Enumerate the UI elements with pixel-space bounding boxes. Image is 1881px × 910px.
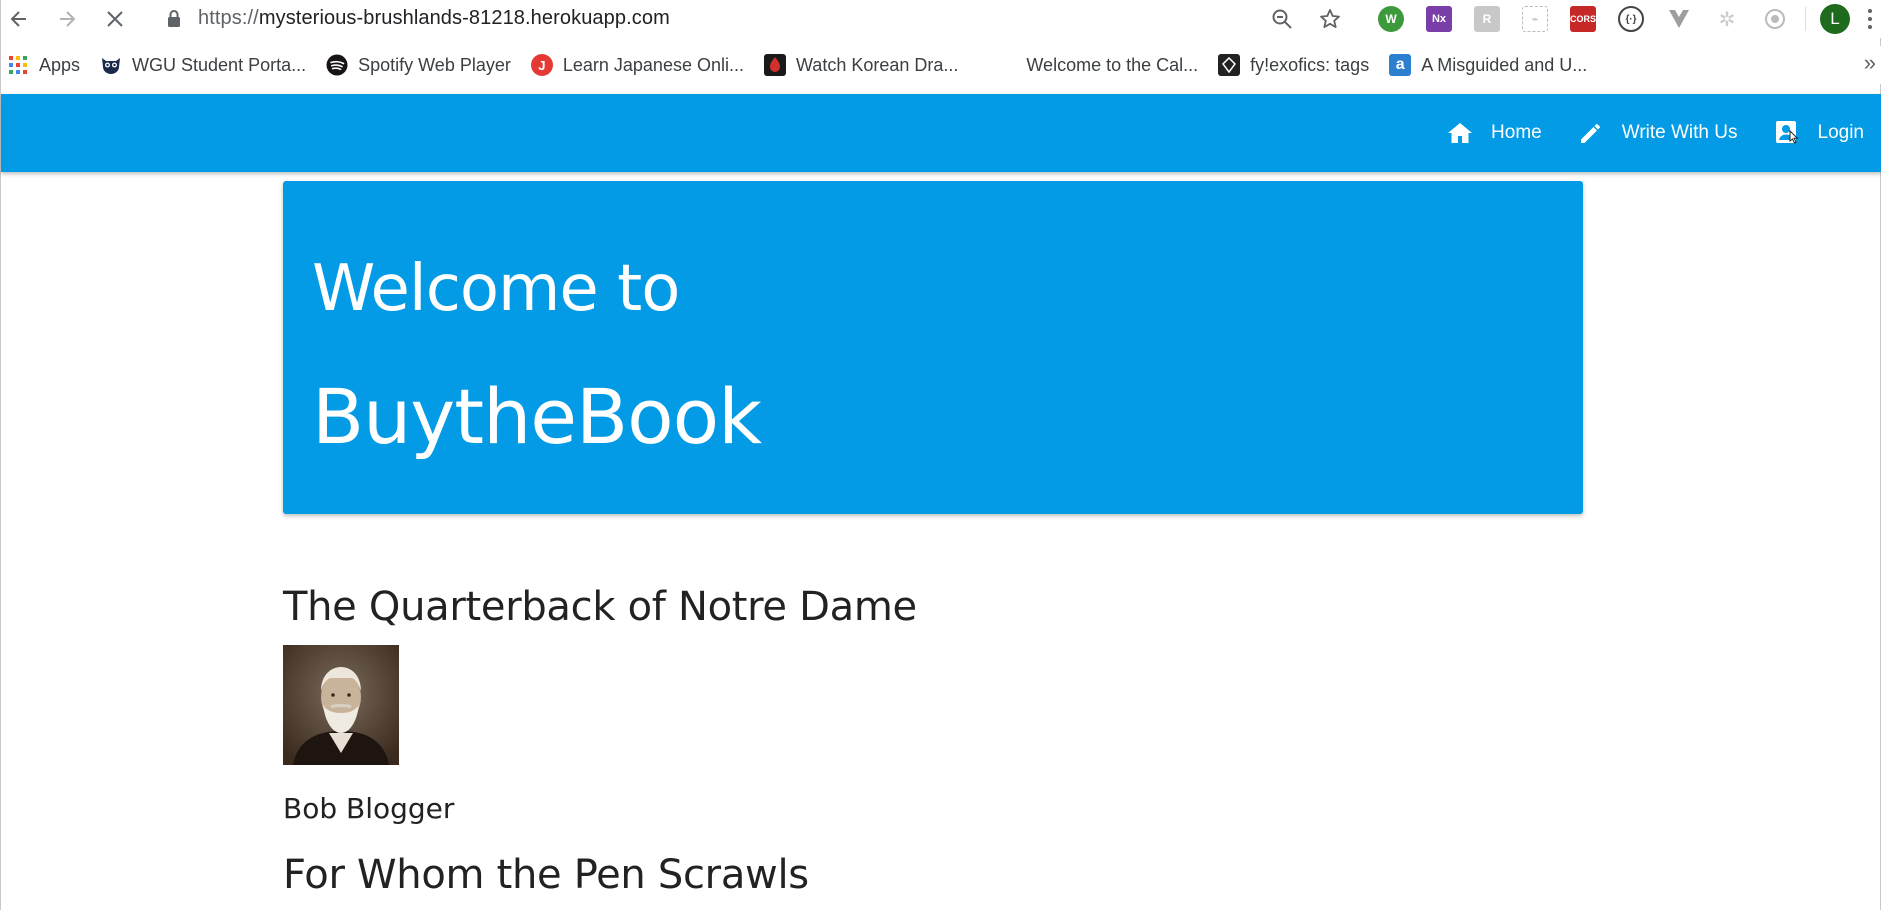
bookmarks-bar: Apps WGU Student Porta... Spotify Web Pl… xyxy=(1,46,1881,84)
browser-menu-icon[interactable] xyxy=(1860,4,1880,34)
bookmark-apps[interactable]: Apps xyxy=(1,50,90,80)
json-extension-icon[interactable]: {·} xyxy=(1618,6,1644,32)
drama-site-icon xyxy=(763,54,786,76)
bookmark-label: Welcome to the Cal... xyxy=(1026,54,1199,75)
nav-login-link[interactable]: Login xyxy=(1774,119,1865,147)
extension-target-icon[interactable] xyxy=(1762,6,1788,32)
bookmark-label: Watch Korean Dra... xyxy=(795,54,959,75)
nav-links: Home Write With Us Login xyxy=(1411,94,1864,172)
browser-toolbar: https://mysterious-brushlands-81218.hero… xyxy=(1,0,1881,38)
author-portrait xyxy=(283,645,399,765)
onenote-extension-icon[interactable]: Nx xyxy=(1426,6,1452,32)
home-icon xyxy=(1448,123,1473,143)
diamond-icon xyxy=(1218,54,1241,76)
forward-button[interactable] xyxy=(49,1,85,37)
url-domain: mysterious-brushlands-81218.herokuapp.co… xyxy=(258,7,670,29)
hero-line-2: BuytheBook xyxy=(312,372,762,461)
vue-devtools-icon[interactable] xyxy=(1666,6,1692,32)
pencil-icon xyxy=(1580,124,1600,143)
post-title[interactable]: The Quarterback of Notre Dame xyxy=(283,584,917,630)
app-navbar: Home Write With Us Login xyxy=(1,94,1881,172)
post-title[interactable]: For Whom the Pen Scrawls xyxy=(283,852,809,898)
hero-banner: Welcome to BuytheBook xyxy=(283,181,1583,514)
address-bar[interactable]: https://mysterious-brushlands-81218.hero… xyxy=(198,7,670,30)
bookmark-misguided[interactable]: a A Misguided and U... xyxy=(1379,50,1597,80)
extension-link-icon[interactable]: ⌁ xyxy=(1522,6,1548,32)
bookmark-welcome[interactable]: Welcome to the Cal... xyxy=(1016,50,1208,80)
bookmark-spotify[interactable]: Spotify Web Player xyxy=(316,50,521,80)
nav-write-link[interactable]: Write With Us xyxy=(1578,120,1738,146)
bookmark-wgu[interactable]: WGU Student Porta... xyxy=(90,50,316,80)
profile-avatar[interactable]: L xyxy=(1820,4,1850,34)
author-name: Bob Blogger xyxy=(283,792,455,825)
arrow-left-icon xyxy=(10,11,26,27)
nav-write-label: Write With Us xyxy=(1621,122,1738,143)
toolbar-divider xyxy=(1805,7,1806,31)
nav-login-label: Login xyxy=(1817,122,1865,143)
bookmark-label: A Misguided and U... xyxy=(1421,54,1588,75)
stop-loading-button[interactable] xyxy=(97,1,133,37)
owl-icon xyxy=(100,54,122,76)
nav-home-label: Home xyxy=(1491,122,1542,143)
hero-line-1: Welcome to xyxy=(312,252,680,326)
bookmarks-overflow-icon[interactable]: » xyxy=(1864,50,1876,76)
bookmark-label: Spotify Web Player xyxy=(358,54,511,75)
bookmark-label: fy!exofics: tags xyxy=(1250,54,1370,75)
bookmark-label: Apps xyxy=(39,54,81,75)
japanese-site-icon: J xyxy=(530,54,553,76)
arrow-right-icon xyxy=(60,11,76,27)
a-letter-icon: a xyxy=(1389,54,1412,76)
extension-r-icon[interactable]: R xyxy=(1474,6,1500,32)
extension-gear-icon[interactable]: ✲ xyxy=(1714,6,1740,32)
bookmark-japanese[interactable]: J Learn Japanese Onli... xyxy=(521,50,754,80)
grammar-extension-icon[interactable]: W xyxy=(1378,6,1404,32)
bookmark-star-icon[interactable] xyxy=(1317,6,1343,32)
apps-grid-icon xyxy=(7,54,29,76)
nav-home-link[interactable]: Home xyxy=(1447,121,1542,145)
url-scheme: https:// xyxy=(198,7,259,29)
spotify-icon xyxy=(326,54,348,76)
bookmark-label: Learn Japanese Onli... xyxy=(562,54,744,75)
back-button[interactable] xyxy=(1,1,37,37)
toolbar-icons: W Nx R ⌁ CORS {·} ✲ L xyxy=(1258,0,1881,38)
bookmark-label: WGU Student Porta... xyxy=(132,54,307,75)
close-icon xyxy=(107,11,123,27)
bookmark-korean-drama[interactable]: Watch Korean Dra... xyxy=(754,50,968,80)
lock-icon xyxy=(168,10,180,27)
zoom-icon[interactable] xyxy=(1269,6,1295,32)
bookmark-fyexofics[interactable]: fy!exofics: tags xyxy=(1208,50,1379,80)
cors-extension-icon[interactable]: CORS xyxy=(1570,6,1596,32)
account-box-icon xyxy=(1775,121,1799,144)
